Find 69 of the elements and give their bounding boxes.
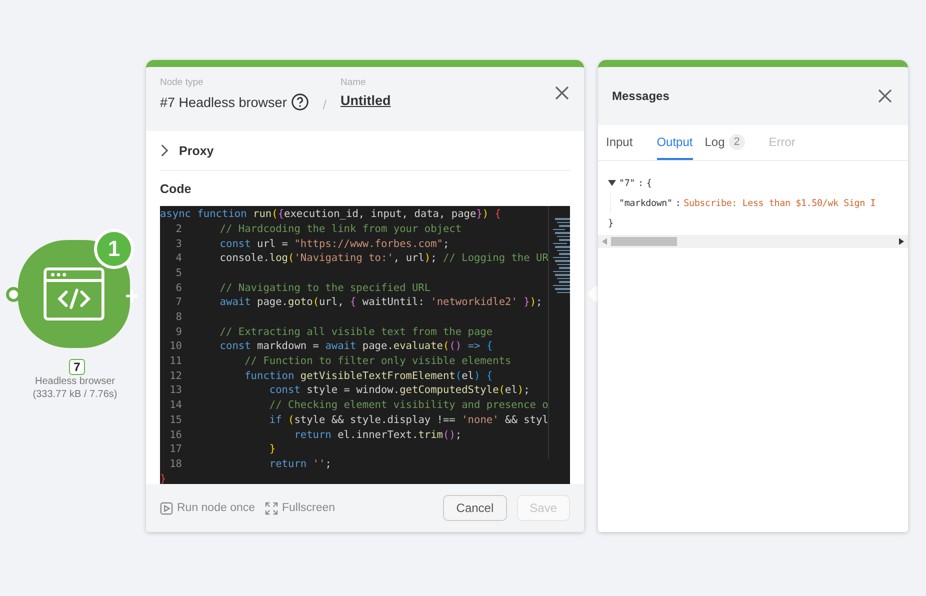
json-value: Subscribe: Less than $1.50/wk Sign I (684, 198, 876, 208)
line-number: 10 (168, 339, 183, 354)
tab[interactable]: Log 2 (704, 125, 757, 160)
code-line: // Extracting all visible text from the page (218, 324, 493, 340)
node-number: 7 (69, 359, 85, 375)
separator: / (322, 97, 326, 112)
line-number: 2 (174, 222, 183, 237)
expand-icon (265, 502, 278, 515)
line-number: 17 (168, 442, 183, 457)
name-field[interactable]: Untitled (340, 93, 391, 108)
dialog-button[interactable]: Cancel (443, 495, 507, 522)
close-icon[interactable] (877, 88, 893, 104)
line-number: 3 (174, 236, 183, 252)
section-label: Code (160, 181, 192, 198)
code-line: function getVisibleTextFromElement(el) { (244, 368, 493, 384)
code-window-icon (43, 267, 105, 321)
tab[interactable]: Output (656, 125, 693, 160)
input-port[interactable] (6, 287, 21, 302)
code-line: // Hardcoding the link from your object (218, 222, 462, 237)
code-line: return ''; (268, 456, 332, 472)
line-number: 8 (174, 310, 183, 325)
line-number: 5 (174, 266, 183, 281)
code-editor[interactable] (160, 206, 570, 484)
code-line: const style = window.getComputedStyle(el); (268, 383, 530, 398)
json-colon: : (675, 198, 681, 208)
line-number: 11 (168, 354, 183, 369)
code-line: const url = "https://www.forbes.com"; (218, 236, 450, 252)
code-line: } (160, 472, 166, 484)
code-line: // Function to filter only visible elements (244, 354, 512, 369)
line-number: 18 (168, 456, 183, 472)
code-line: // Checking element visibility and presence o (268, 398, 548, 413)
line-number: 13 (168, 383, 183, 398)
panel-title: Messages (612, 89, 670, 103)
line-number: 14 (168, 398, 183, 413)
line-number: 4 (174, 251, 183, 266)
code-line: return el.innerText.trim(); (293, 428, 462, 442)
line-number: 12 (168, 368, 183, 384)
node-type: #7 Headless browser (160, 94, 287, 110)
json-key: "markdown" (619, 198, 672, 208)
code-line: const markdown = await page.evaluate(() => { (218, 339, 493, 354)
line-number: 16 (168, 428, 183, 442)
node-label: Headless browser (34, 376, 116, 387)
line-number: 7 (174, 295, 183, 310)
code-line: } (268, 442, 276, 457)
json-brace: } (608, 218, 614, 228)
line-number: 9 (174, 324, 183, 340)
close-icon[interactable] (554, 85, 570, 101)
proxy-section[interactable]: Proxy (160, 131, 570, 172)
code-line: console.log('Navigating to:', url); // Logging the UR (218, 251, 548, 266)
scroll-right-icon[interactable] (899, 238, 904, 245)
play-icon (160, 502, 173, 515)
node-stats: (333.77 kB / 7.76s) (32, 389, 118, 400)
field-label: Name (340, 77, 367, 88)
code-line: // Navigating to the specified URL (218, 280, 431, 296)
json-colon: : (638, 178, 644, 188)
plus-icon[interactable] (124, 288, 140, 304)
code-line: if (style && style.display !== 'none' && styl (268, 412, 548, 428)
code-line: await page.goto(url, { waitUntil: 'networkidle2' }); (218, 295, 542, 310)
count-badge: 1 (94, 229, 134, 269)
line-number: 6 (174, 280, 183, 296)
line-number: 15 (168, 412, 183, 428)
field-label: Node type (160, 77, 204, 88)
json-key: "7" (619, 178, 635, 188)
code-line: async function run({execution_id, input, data, page}) { (160, 207, 502, 222)
help-icon[interactable] (290, 93, 309, 111)
collapse-triangle-icon[interactable] (608, 180, 616, 186)
horizontal-scrollbar[interactable] (598, 235, 908, 248)
tab[interactable]: Input (606, 125, 645, 160)
json-brace: { (646, 178, 652, 188)
